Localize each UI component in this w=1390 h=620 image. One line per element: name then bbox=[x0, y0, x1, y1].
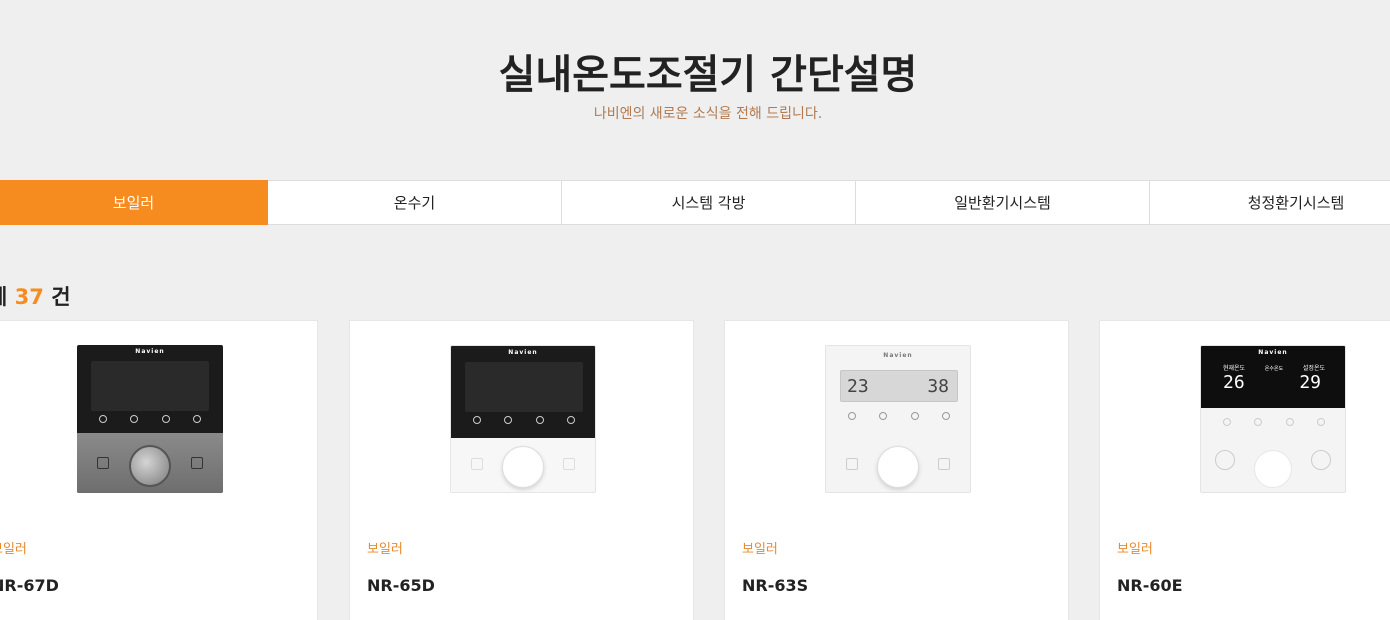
product-category: 보일러 bbox=[742, 542, 778, 557]
category-tabs: 보일러 온수기 시스템 각방 일반환기시스템 청정환기시스템 bbox=[0, 180, 1390, 225]
tab-label: 일반환기시스템 bbox=[954, 194, 1051, 212]
product-name: NR-65D bbox=[367, 576, 435, 595]
count-prefix: 체 bbox=[0, 285, 7, 309]
count-number: 37 bbox=[14, 285, 44, 309]
product-category: 보일러 bbox=[367, 542, 403, 557]
product-name: NR-60E bbox=[1117, 576, 1183, 595]
product-card[interactable]: Navien 현재온도 온수온도 설정온도 26 29 보일러 NR-60E bbox=[1099, 320, 1390, 620]
product-category: 보일러 bbox=[0, 542, 27, 557]
current-temp: 23 bbox=[847, 376, 869, 397]
tab-label: 청정환기시스템 bbox=[1247, 194, 1345, 212]
brand-logo: Navien bbox=[135, 348, 165, 355]
product-image: Navien 23 38 bbox=[825, 345, 971, 493]
product-name: NR-63S bbox=[742, 576, 809, 595]
page-title: 실내온도조절기 간단설명 bbox=[498, 52, 918, 98]
count-suffix: 건 bbox=[51, 285, 71, 309]
tab-system-room[interactable]: 시스템 각방 bbox=[562, 180, 856, 225]
product-image: Navien bbox=[450, 345, 596, 493]
tab-label: 온수기 bbox=[393, 194, 436, 212]
product-image: Navien bbox=[77, 345, 223, 493]
tab-label: 시스템 각방 bbox=[671, 194, 746, 212]
product-card[interactable]: Navien 23 38 보일러 NR-63S bbox=[724, 320, 1069, 620]
brand-logo: Navien bbox=[1258, 349, 1288, 356]
current-temp: 26 bbox=[1223, 372, 1245, 393]
set-temp: 29 bbox=[1299, 372, 1321, 393]
tab-boiler[interactable]: 보일러 bbox=[0, 180, 268, 225]
tab-clean-ventilation[interactable]: 청정환기시스템 bbox=[1150, 180, 1390, 225]
brand-logo: Navien bbox=[508, 349, 538, 356]
water-temp-label: 온수온도 bbox=[1264, 366, 1284, 372]
tab-general-ventilation[interactable]: 일반환기시스템 bbox=[856, 180, 1150, 225]
tab-label: 보일러 bbox=[112, 194, 155, 212]
product-image: Navien 현재온도 온수온도 설정온도 26 29 bbox=[1200, 345, 1346, 493]
product-card[interactable]: Navien 보일러 NR-65D bbox=[349, 320, 694, 620]
brand-logo: Navien bbox=[883, 352, 913, 359]
product-name: NR-67D bbox=[0, 576, 59, 595]
result-count: 체 37 건 bbox=[0, 281, 71, 311]
tab-water-heater[interactable]: 온수기 bbox=[268, 180, 562, 225]
current-temp-label: 현재온도 bbox=[1223, 365, 1246, 372]
product-category: 보일러 bbox=[1117, 542, 1153, 557]
product-card[interactable]: Navien 보일러 NR-67D bbox=[0, 320, 318, 620]
water-temp: 38 bbox=[927, 376, 949, 397]
set-temp-label: 설정온도 bbox=[1302, 365, 1325, 372]
page-subtitle: 나비엔의 새로운 소식을 전해 드립니다. bbox=[593, 106, 823, 122]
